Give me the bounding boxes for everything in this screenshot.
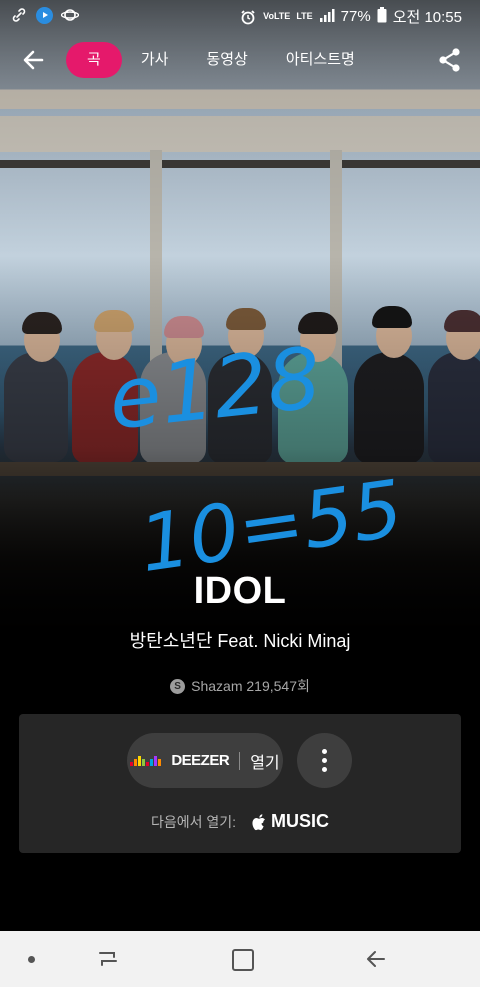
system-back-button[interactable] <box>364 947 388 971</box>
arrow-left-icon <box>23 50 44 70</box>
tab-lyrics[interactable]: 가사 <box>122 42 188 78</box>
alarm-icon <box>239 8 257 26</box>
link-icon <box>10 6 28 24</box>
tab-artist[interactable]: 아티스트명 <box>267 42 374 78</box>
open-in-row: 다음에서 열기: MUSIC <box>19 811 461 832</box>
open-label: 열기 <box>250 754 280 772</box>
share-button[interactable] <box>436 46 464 74</box>
divider <box>239 751 241 770</box>
battery-percent: 77% <box>340 8 371 25</box>
status-bar: VoLTE LTE 77% 오전 10:55 <box>0 0 480 30</box>
system-nav-bar <box>0 931 480 987</box>
apple-music-button[interactable]: MUSIC <box>252 811 329 832</box>
song-title: IDOL <box>193 570 287 612</box>
song-artist[interactable]: 방탄소년단 Feat. Nicki Minaj <box>0 627 480 653</box>
battery-icon <box>377 6 387 27</box>
deezer-logo-icon <box>130 755 162 766</box>
home-button[interactable] <box>232 949 254 971</box>
share-icon <box>439 48 460 72</box>
system-back-icon <box>367 951 385 967</box>
tab-song[interactable]: 곡 <box>66 42 122 78</box>
shazam-count: Shazam 219,547회 <box>191 678 310 694</box>
top-nav: 곡 가사 동영상 아티스트명 <box>0 42 480 80</box>
apple-icon <box>252 813 265 830</box>
more-options-button[interactable] <box>297 733 352 788</box>
handwritten-annotation: e128 10=55 <box>104 329 408 590</box>
tab-video[interactable]: 동영상 <box>187 42 266 78</box>
nav-indicator-dot <box>28 956 35 963</box>
deezer-label: DEEZER <box>171 752 230 769</box>
lte-indicator: LTE <box>296 11 313 21</box>
clock: 오전 10:55 <box>392 9 462 26</box>
apple-music-label: MUSIC <box>271 811 330 831</box>
tab-bar: 곡 가사 동영상 아티스트명 <box>66 42 374 78</box>
handwriting-line-1: e128 <box>104 329 325 449</box>
open-in-card: DEEZER 열기 다음에서 열기: MUSIC <box>19 714 461 853</box>
shazam-icon <box>170 678 186 694</box>
signal-icon <box>319 8 335 26</box>
media-play-icon <box>36 6 53 24</box>
open-in-label: 다음에서 열기: <box>150 813 237 830</box>
volte-indicator: VoLTE <box>263 11 291 21</box>
recent-apps-icon <box>99 952 117 966</box>
shazam-count-row: Shazam 219,547회 <box>0 676 480 696</box>
planet-icon <box>61 6 79 24</box>
back-button[interactable] <box>20 46 48 74</box>
recent-apps-button[interactable] <box>96 945 120 973</box>
open-deezer-button[interactable]: DEEZER 열기 <box>127 733 283 788</box>
